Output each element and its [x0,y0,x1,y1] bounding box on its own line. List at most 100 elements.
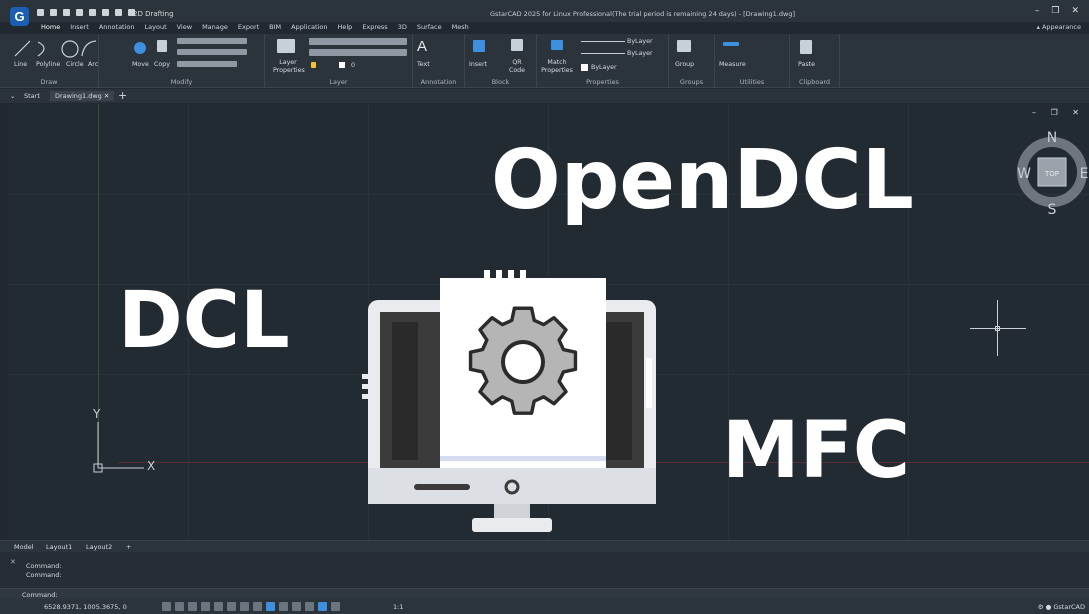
transparency-toggle-icon[interactable] [279,602,288,611]
otrack-toggle-icon[interactable] [227,602,236,611]
model-space-icon[interactable] [266,602,275,611]
undo-icon[interactable] [102,9,109,16]
current-layer-select[interactable]: 0 [351,62,355,69]
workspace-selector[interactable]: 2D Drafting [133,10,174,18]
arc-button[interactable]: Arc [88,61,98,68]
copy-icon [157,40,167,52]
lineweight-select[interactable]: ByLayer [591,64,617,71]
text-icon: A [417,38,428,55]
polyline-button[interactable]: Polyline [36,61,60,68]
tab-layout[interactable]: Layout [140,23,172,33]
ribbon-group-modify: Move Copy Modify [99,34,265,88]
workspace-icon[interactable] [318,602,327,611]
viewcube[interactable]: TOP N S W E [1012,130,1089,216]
tab-start[interactable]: Start [24,92,40,100]
move-button[interactable]: Move [132,61,149,68]
layer-on-icon[interactable] [311,62,316,68]
measure-button[interactable]: Measure [719,61,746,68]
group-button[interactable]: Group [675,61,694,68]
annotation-visibility-icon[interactable] [305,602,314,611]
right-slot [646,358,652,408]
tab-application[interactable]: Application [286,23,332,33]
linetype-select[interactable]: ByLayer [627,50,653,57]
screen-shadow-right [606,322,632,460]
layout-tabs: Model Layout1 Layout2 + [0,540,1089,552]
tab-surface[interactable]: Surface [412,23,447,33]
tab-home[interactable]: Home [36,23,65,33]
tab-drawing1[interactable]: Drawing1.dwg ✕ [50,91,115,101]
tab-help[interactable]: Help [332,23,357,33]
command-input[interactable]: Command: [0,588,1089,599]
add-layout-button[interactable]: + [126,543,131,551]
coordinate-readout[interactable]: 6528.9371, 1005.3675, 0 [44,603,127,611]
annotation-scale-icon[interactable] [331,602,340,611]
screen-shadow-left [392,322,418,460]
drawing-canvas[interactable]: – ❐ ✕ OpenDCL DCL MFC Y X TOP N S W E [8,104,1089,540]
snap-toggle-icon[interactable] [175,602,184,611]
viewport-controls[interactable]: – ❐ ✕ [1032,108,1085,117]
paste-button[interactable]: Paste [798,61,815,68]
tab-express[interactable]: Express [357,23,392,33]
tab-mesh[interactable]: Mesh [447,23,474,33]
app-name-label: GstarCAD [1053,603,1085,611]
drafting-toggles [162,602,340,611]
compass-s-label[interactable]: S [1048,202,1057,216]
polar-toggle-icon[interactable] [201,602,210,611]
osnap-toggle-icon[interactable] [214,602,223,611]
save-icon[interactable] [63,9,70,16]
appearance-menu[interactable]: ▴ Appearance [1037,23,1081,31]
line-button[interactable]: Line [14,61,27,68]
selection-cycling-icon[interactable] [292,602,301,611]
grid-toggle-icon[interactable] [162,602,171,611]
insert-button[interactable]: Insert [469,61,487,68]
restore-button[interactable]: ❐ [1051,6,1059,16]
ribbon-group-utilities: Measure Utilities [715,34,790,88]
close-tab-icon[interactable]: ✕ [104,92,109,100]
appearance-label: Appearance [1041,23,1081,31]
tab-layout2[interactable]: Layout2 [86,543,112,551]
match-properties-button[interactable]: Match Properties [539,59,575,75]
chin-bar [414,484,470,490]
compass-n-label[interactable]: N [1047,130,1057,146]
save-as-icon[interactable] [76,9,83,16]
annotation-scale[interactable]: 1:1 [393,603,403,611]
move-icon [134,42,146,54]
app-logo[interactable]: G [10,7,29,26]
dyn-toggle-icon[interactable] [240,602,249,611]
color-select[interactable]: ByLayer [627,38,653,45]
plot-icon[interactable] [89,9,96,16]
tab-layout1[interactable]: Layout1 [46,543,72,551]
open-file-icon[interactable] [50,9,57,16]
draw-tools-icons [14,40,97,58]
layer-properties-button[interactable]: Layer Properties [273,59,305,75]
viewcube-top-label[interactable]: TOP [1044,170,1059,178]
minimize-button[interactable]: – [1035,6,1040,16]
tab-insert[interactable]: Insert [65,23,94,33]
close-command-icon[interactable]: ✕ [10,558,16,566]
text-button[interactable]: Text [417,61,430,68]
app-status: ⚙ ● GstarCAD [1037,603,1085,611]
chevron-down-icon[interactable]: ⌄ [10,92,15,100]
tab-model[interactable]: Model [14,543,34,551]
color-line-preview [581,41,625,42]
tab-manage[interactable]: Manage [197,23,233,33]
line-icon [14,40,31,57]
copy-button[interactable]: Copy [154,61,170,68]
lineweight-toggle-icon[interactable] [253,602,262,611]
tab-bim[interactable]: BIM [264,23,286,33]
qr-code-button[interactable]: QR Code [506,59,528,75]
circle-button[interactable]: Circle [66,61,84,68]
ortho-toggle-icon[interactable] [188,602,197,611]
new-file-icon[interactable] [37,9,44,16]
close-button[interactable]: ✕ [1071,6,1079,16]
tooth [508,270,514,280]
tab-export[interactable]: Export [233,23,264,33]
compass-w-label[interactable]: W [1017,166,1031,182]
tab-3d[interactable]: 3D [393,23,412,33]
document-tabs: ⌄ Start Drawing1.dwg ✕ + [0,89,1089,103]
compass-e-label[interactable]: E [1080,166,1089,182]
add-tab-button[interactable]: + [118,89,127,102]
tab-view[interactable]: View [172,23,197,33]
redo-icon[interactable] [115,9,122,16]
tab-annotation[interactable]: Annotation [94,23,140,33]
